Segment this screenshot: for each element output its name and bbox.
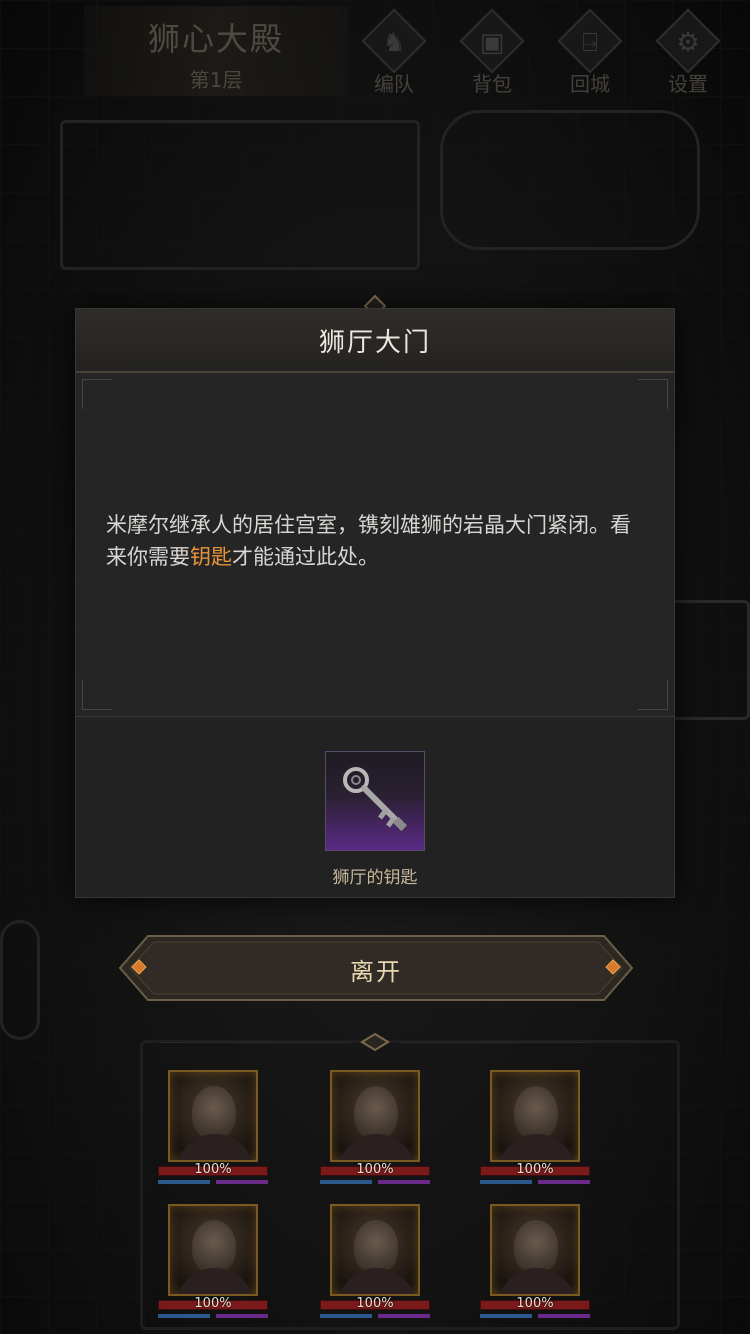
highlight-key-word: 钥匙	[190, 545, 232, 569]
divider	[400, 1042, 590, 1043]
resource-bars	[480, 1314, 590, 1318]
hp-text: 100%	[194, 1162, 232, 1177]
top-menu: ♞ 编队 ▣ 背包 ⍈ 回城 ⚙ 设置	[352, 8, 730, 96]
return-town-button[interactable]: ⍈ 回城	[548, 8, 632, 96]
door-exit-icon: ⍈	[582, 28, 598, 58]
settings-button-label: 设置	[668, 72, 708, 96]
resource-bars	[158, 1180, 268, 1184]
map-room	[670, 600, 750, 720]
map-room	[440, 110, 700, 250]
return-town-button-label: 回城	[570, 72, 610, 96]
divider	[160, 1042, 350, 1043]
corner-ornament	[638, 379, 668, 409]
dialog-header: 狮厅大门	[76, 309, 674, 373]
map-room	[60, 120, 420, 270]
dialog-body: 米摩尔继承人的居住宫室，镌刻雄狮的岩晶大门紧闭。看来你需要钥匙才能通过此处。	[76, 373, 674, 717]
resource-bars	[320, 1180, 430, 1184]
leave-button[interactable]: 离开	[118, 934, 634, 1002]
key-icon	[343, 767, 408, 832]
hp-text: 100%	[356, 1162, 394, 1177]
required-item-name: 狮厅的钥匙	[332, 868, 418, 888]
party-member-card[interactable]: 100%	[154, 1066, 272, 1190]
gear-icon: ⚙	[676, 28, 700, 58]
team-button-label: 编队	[374, 72, 414, 96]
hero-portrait	[490, 1070, 580, 1162]
hero-portrait	[330, 1070, 420, 1162]
party-member-card[interactable]: 100%	[476, 1200, 594, 1324]
event-dialog: 狮厅大门 米摩尔继承人的居住宫室，镌刻雄狮的岩晶大门紧闭。看来你需要钥匙才能通过…	[75, 308, 675, 898]
backpack-button-label: 背包	[472, 72, 512, 96]
hero-portrait	[490, 1204, 580, 1296]
backpack-button[interactable]: ▣ 背包	[450, 8, 534, 96]
floor-info-plate: 狮心大殿 第1层	[84, 6, 348, 96]
corner-ornament	[638, 680, 668, 710]
hp-text: 100%	[516, 1296, 554, 1311]
hp-text: 100%	[516, 1162, 554, 1177]
backpack-icon: ▣	[479, 28, 505, 58]
hero-portrait	[168, 1204, 258, 1296]
hp-text: 100%	[194, 1296, 232, 1311]
party-member-card[interactable]: 100%	[154, 1200, 272, 1324]
hero-portrait	[330, 1204, 420, 1296]
resource-bars	[158, 1314, 268, 1318]
dungeon-name: 狮心大殿	[147, 20, 284, 58]
map-room	[0, 920, 40, 1040]
required-item-area: 狮厅的钥匙	[76, 717, 674, 897]
party-member-card[interactable]: 100%	[316, 1066, 434, 1190]
settings-button[interactable]: ⚙ 设置	[646, 8, 730, 96]
party-ornament-icon	[360, 1032, 390, 1052]
dialog-description: 米摩尔继承人的居住宫室，镌刻雄狮的岩晶大门紧闭。看来你需要钥匙才能通过此处。	[106, 513, 631, 569]
hero-portrait	[168, 1070, 258, 1162]
required-item-slot[interactable]	[325, 751, 425, 851]
dialog-title: 狮厅大门	[318, 327, 431, 358]
helmet-icon: ♞	[382, 28, 406, 58]
resource-bars	[320, 1314, 430, 1318]
resource-bars	[480, 1180, 590, 1184]
corner-ornament	[82, 379, 112, 409]
party-member-card[interactable]: 100%	[316, 1200, 434, 1324]
leave-button-label: 离开	[350, 958, 402, 986]
party-member-card[interactable]: 100%	[476, 1066, 594, 1190]
floor-number: 第1层	[189, 68, 243, 92]
corner-ornament	[82, 680, 112, 710]
hp-text: 100%	[356, 1296, 394, 1311]
team-button[interactable]: ♞ 编队	[352, 8, 436, 96]
